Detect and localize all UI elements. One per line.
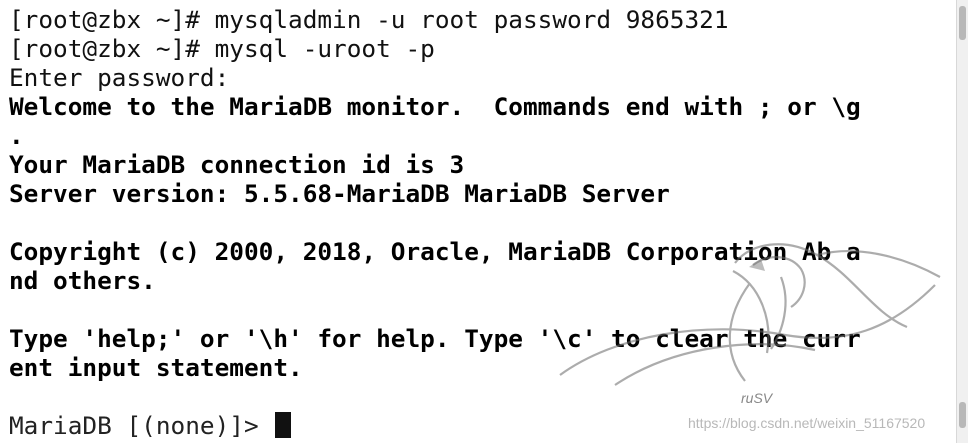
terminal-line-mysqladmin: [root@zbx ~]# mysqladmin -u root passwor… [9,5,729,34]
terminal-line-mysql-login: [root@zbx ~]# mysql -uroot -p [9,34,435,63]
terminal-line-copyright: Copyright (c) 2000, 2018, Oracle, MariaD… [9,237,861,266]
terminal-line-copyright-wrap: nd others. [9,266,156,295]
terminal-line-connection-id: Your MariaDB connection id is 3 [9,150,465,179]
terminal-window[interactable]: [root@zbx ~]# mysqladmin -u root passwor… [0,0,956,443]
watermark-logo-text: ruSV [741,390,774,406]
scrollbar-top-thumb[interactable] [959,6,966,40]
scrollbar-bottom-thumb[interactable] [959,402,966,428]
terminal-line-help-hint-wrap: ent input statement. [9,353,303,382]
terminal-line-help-hint: Type 'help;' or '\h' for help. Type '\c'… [9,324,861,353]
watermark-url: https://blog.csdn.net/weixin_51167520 [688,415,926,431]
block-cursor-icon [275,412,292,438]
mariadb-prompt: MariaDB [(none)]> [9,411,274,440]
terminal-line-server-version: Server version: 5.5.68-MariaDB MariaDB S… [9,179,670,208]
vertical-scrollbar[interactable] [956,0,968,443]
terminal-line-welcome: Welcome to the MariaDB monitor. Commands… [9,92,861,121]
terminal-line-welcome-wrap: . [9,121,24,150]
terminal-prompt-line[interactable]: MariaDB [(none)]> [9,411,292,440]
terminal-line-enter-password: Enter password: [9,63,230,92]
